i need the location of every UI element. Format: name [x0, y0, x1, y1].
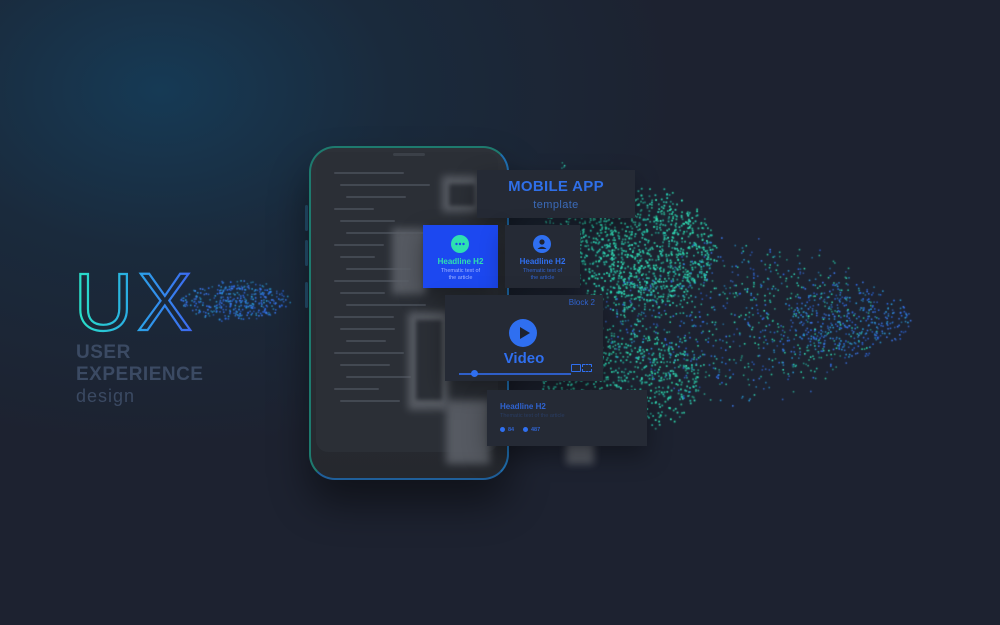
article-text: Thematic text of the article [500, 413, 565, 419]
code-line [334, 388, 379, 390]
tile-text: Thematic text of the article [511, 268, 574, 282]
play-triangle [520, 327, 530, 339]
view-count: 487 [531, 427, 541, 433]
hero-line-user: USER [76, 342, 131, 363]
chat-bubble-icon [451, 235, 469, 253]
code-line [334, 352, 404, 354]
hero-user-label: USER EXPERIENCE [76, 342, 203, 386]
fullscreen-icon[interactable] [582, 364, 592, 372]
code-line [334, 316, 394, 318]
ghost-block [392, 228, 426, 294]
tile-text: Thematic text of the article [429, 268, 492, 282]
video-card[interactable]: Block 2 Video [445, 295, 603, 381]
ghost-block-inner [449, 184, 475, 206]
tile-text-line: the article [530, 275, 555, 281]
code-line [340, 400, 400, 402]
code-line [334, 172, 404, 174]
article-headline: Headline H2 [500, 402, 546, 411]
ghost-block [446, 400, 490, 464]
mobile-app-title: MOBILE APP [508, 178, 604, 195]
article-card[interactable]: Headline H2 Thematic text of the article… [487, 390, 647, 446]
code-line [346, 304, 426, 306]
code-line [340, 256, 375, 258]
block-label: Block 2 [568, 298, 595, 307]
tile-headline: Headline H2 [437, 257, 484, 266]
headline-tile[interactable]: Headline H2 Thematic text of the article [505, 225, 580, 288]
tile-text-line: the article [448, 275, 473, 281]
video-progress-knob[interactable] [471, 370, 478, 377]
phone-side-button [305, 240, 308, 266]
hero-line-experience: EXPERIENCE [76, 364, 204, 385]
code-line [340, 220, 395, 222]
comment-count: 84 [508, 427, 515, 433]
phone-side-button [305, 282, 308, 308]
code-line [346, 196, 406, 198]
code-line [340, 364, 390, 366]
tile-text-line: Thematic text of [440, 268, 481, 274]
code-line [340, 328, 395, 330]
code-line [340, 292, 385, 294]
hero-line-design: design [76, 386, 136, 406]
tile-text-line: Thematic text of [522, 268, 563, 274]
play-icon[interactable] [509, 319, 537, 347]
code-line [334, 208, 374, 210]
headline-tile-active[interactable]: Headline H2 Thematic text of the article [423, 225, 498, 288]
mobile-app-subtitle: template [533, 199, 579, 211]
tile-headline: Headline H2 [519, 257, 566, 266]
code-line [340, 184, 430, 186]
svg-text:UX: UX [74, 262, 196, 338]
code-line [334, 244, 384, 246]
phone-side-button [305, 205, 308, 231]
eye-icon [523, 427, 528, 432]
comment-icon [500, 427, 505, 432]
phone-speaker [393, 153, 425, 156]
mobile-app-card[interactable]: MOBILE APP template [477, 170, 635, 218]
ghost-block-inner [416, 320, 442, 400]
code-line [346, 376, 411, 378]
user-icon [533, 235, 551, 253]
settings-icon[interactable] [571, 364, 581, 372]
ux-logo: UX [74, 262, 196, 338]
code-line [346, 340, 386, 342]
